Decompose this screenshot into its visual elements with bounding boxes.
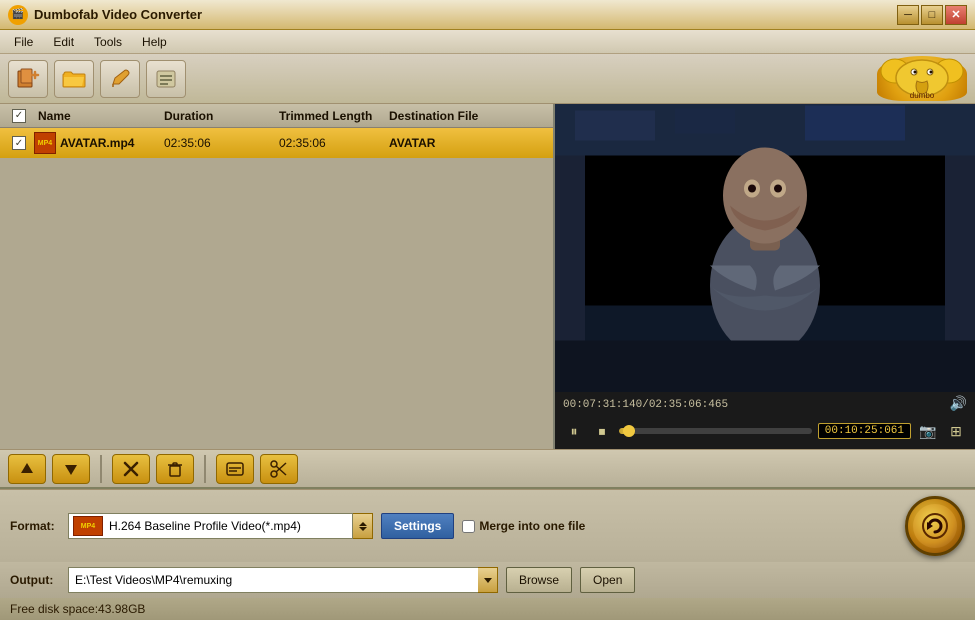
toolbar-divider-2 [204,455,206,483]
status-text: Free disk space:43.98GB [10,602,145,616]
row-filename: AVATAR.mp4 [60,136,164,150]
menu-tools[interactable]: Tools [84,33,132,51]
format-select-wrapper: MP4 H.264 Baseline Profile Video(*.mp4) [68,513,373,539]
remove-button[interactable] [112,454,150,484]
row-dest: AVATAR [389,136,549,150]
open-button[interactable]: Open [580,567,635,593]
menu-bar: File Edit Tools Help [0,30,975,54]
convert-button[interactable] [905,496,965,556]
edit-button[interactable] [100,60,140,98]
output-bar: Output: Browse Open [0,562,975,598]
settings-button[interactable]: Settings [381,513,454,539]
arrow-up-icon [359,522,367,526]
bottom-toolbar [0,449,975,489]
output-input-wrapper [68,567,498,593]
toolbar: dumbo [0,54,975,104]
col-header-trimmed: Trimmed Length [279,109,389,123]
brand-logo: dumbo [877,56,967,101]
table-header: ✓ Name Duration Trimmed Length Destinati… [0,104,553,128]
status-bar: Free disk space:43.98GB [0,598,975,620]
stop-button[interactable]: ⏹ [591,420,613,442]
time-display: 00:07:31:140/02:35:06:465 🔊 [563,396,967,413]
file-list-panel: ✓ Name Duration Trimmed Length Destinati… [0,104,555,449]
merge-checkbox[interactable] [462,520,475,533]
table-body: ✓ MP4 AVATAR.mp4 02:35:06 02:35:06 AVATA… [0,128,553,449]
delete-button[interactable] [156,454,194,484]
format-value: H.264 Baseline Profile Video(*.mp4) [109,519,348,533]
row-trimmed: 02:35:06 [279,136,389,150]
move-up-button[interactable] [8,454,46,484]
screenshot-button[interactable]: 📷 [917,420,939,442]
header-checkbox[interactable]: ✓ [12,109,26,123]
output-label: Output: [10,573,60,587]
playback-bar: 00:07:31:140/02:35:06:465 🔊 ⏸ ⏹ 00:10:25… [555,392,975,449]
controls-row: ⏸ ⏹ 00:10:25:061 📷 ⊞ [563,417,967,445]
close-button[interactable]: ✕ [945,5,967,25]
current-time: 00:07:31:140/02:35:06:465 [563,399,728,411]
format-label: Format: [10,519,60,533]
file-type-icon: MP4 [34,132,56,154]
col-header-duration: Duration [164,109,279,123]
fullscreen-button[interactable]: ⊞ [945,420,967,442]
pause-button[interactable]: ⏸ [563,420,585,442]
format-file-icon: MP4 [73,516,103,536]
brand-text: dumbo [910,91,934,100]
convert-area [905,496,965,556]
col-header-dest: Destination File [389,109,549,123]
window-controls: ─ □ ✕ [897,5,967,25]
open-folder-button[interactable] [54,60,94,98]
maximize-button[interactable]: □ [921,5,943,25]
trim-button[interactable] [260,454,298,484]
window-title: Dumbofab Video Converter [34,7,897,22]
row-duration: 02:35:06 [164,136,279,150]
menu-help[interactable]: Help [132,33,177,51]
output-dropdown-btn[interactable] [478,567,498,593]
arrow-down-icon [359,527,367,531]
table-row[interactable]: ✓ MP4 AVATAR.mp4 02:35:06 02:35:06 AVATA… [0,128,553,158]
app-icon: 🎬 [8,5,28,25]
move-down-button[interactable] [52,454,90,484]
browse-button[interactable]: Browse [506,567,572,593]
col-header-name: Name [34,109,164,123]
add-file-button[interactable] [8,60,48,98]
convert-icon [913,504,957,548]
subtitle-button[interactable] [216,454,254,484]
video-panel: 00:07:31:140/02:35:06:465 🔊 ⏸ ⏹ 00:10:25… [555,104,975,449]
task-list-button[interactable] [146,60,186,98]
toolbar-divider [100,455,102,483]
row-checkbox[interactable]: ✓ [12,136,26,150]
menu-file[interactable]: File [4,33,43,51]
title-bar: 🎬 Dumbofab Video Converter ─ □ ✕ [0,0,975,30]
format-bar: Format: MP4 H.264 Baseline Profile Video… [0,489,975,562]
merge-label[interactable]: Merge into one file [479,519,585,533]
volume-icon[interactable]: 🔊 [950,396,967,413]
time-code: 00:10:25:061 [818,423,911,439]
output-path-input[interactable] [68,567,498,593]
progress-bar[interactable] [619,428,812,434]
video-preview [555,104,975,392]
main-content: ✓ Name Duration Trimmed Length Destinati… [0,104,975,449]
progress-thumb[interactable] [623,425,635,437]
menu-edit[interactable]: Edit [43,33,84,51]
minimize-button[interactable]: ─ [897,5,919,25]
merge-check-area: Merge into one file [462,519,585,533]
format-icon-area: MP4 H.264 Baseline Profile Video(*.mp4) [68,513,353,539]
format-dropdown-btn[interactable] [353,513,373,539]
